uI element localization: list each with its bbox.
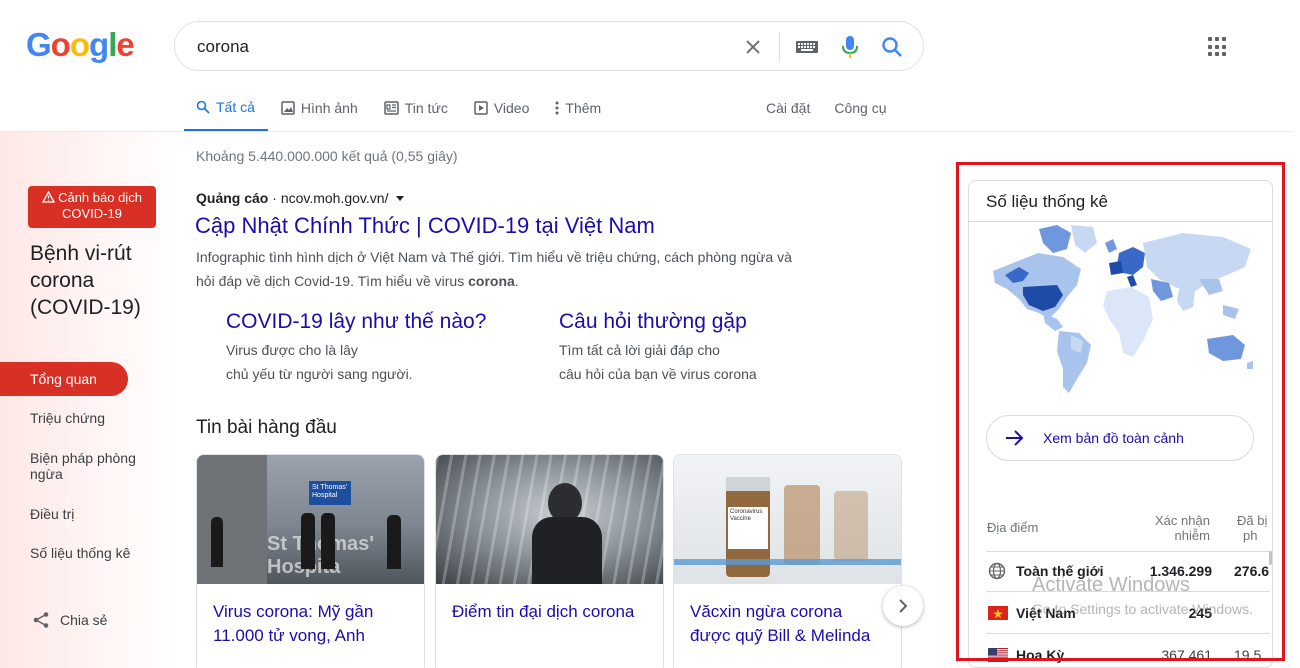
tab-video[interactable]: Video	[461, 92, 543, 124]
tab-video-label: Video	[493, 100, 530, 116]
hospital-sign-text: St Thomas' Hospital	[312, 484, 348, 499]
search-box[interactable]: corona	[174, 21, 924, 71]
tab-news[interactable]: Tin tức	[371, 92, 461, 124]
sitelink-desc-1: Tìm tất cả lời giải đáp cho	[559, 342, 720, 358]
person-body	[532, 517, 602, 584]
more-icon	[555, 101, 559, 115]
ad-description: Infographic tình hình dịch ở Việt Nam và…	[196, 245, 856, 293]
ad-desc-line-2: hỏi đáp về dịch Covid-19. Tìm hiểu về vi…	[196, 269, 856, 293]
vial-label-text: Coronavirus Vaccine	[730, 509, 763, 522]
story-image-hospital: St Thomas' Hospital St Thomas' Hospita	[197, 455, 424, 584]
tab-more[interactable]: Thêm	[542, 92, 614, 124]
settings-link[interactable]: Cài đặt	[766, 100, 810, 116]
vaccine-vial	[784, 485, 820, 565]
tab-all-label: Tất cả	[216, 98, 255, 115]
video-icon	[474, 101, 488, 115]
vial-cap	[726, 477, 770, 491]
story-card-1[interactable]: St Thomas' Hospital St Thomas' Hospita V…	[196, 454, 425, 668]
tab-images-label: Hình ảnh	[300, 100, 358, 116]
sitelink-desc-1: Virus được cho là lây	[226, 342, 358, 358]
share-label: Chia sẻ	[60, 612, 108, 628]
sitelink-title[interactable]: Câu hỏi thường gặp	[559, 310, 859, 334]
tab-images[interactable]: Hình ảnh	[268, 92, 371, 124]
sidebar-item-symptoms[interactable]: Triệu chứng	[30, 410, 160, 426]
share-button[interactable]: Chia sẻ	[32, 611, 107, 629]
covid-alert-badge: Cảnh báo dịch COVID-19	[28, 186, 156, 228]
story-card-3[interactable]: Coronavirus Vaccine Văcxin ngừa corona đ…	[673, 454, 902, 668]
next-stories-button[interactable]	[883, 586, 923, 626]
clear-icon[interactable]	[738, 32, 768, 62]
sidebar-item-statistics[interactable]: Số liệu thống kê	[30, 545, 160, 561]
tab-more-label: Thêm	[565, 100, 602, 116]
vial-label: Coronavirus Vaccine	[728, 507, 768, 549]
chevron-right-icon	[899, 599, 908, 613]
ad-label: Quảng cáo	[196, 190, 269, 206]
sidebar-item-treatment[interactable]: Điều trị	[30, 506, 160, 522]
keyboard-icon[interactable]	[792, 32, 822, 62]
hospital-sign: St Thomas' Hospital	[309, 481, 351, 505]
police-figure	[301, 513, 315, 569]
story-title[interactable]: Văcxin ngừa corona được quỹ Bill & Melin…	[674, 584, 901, 664]
tab-news-label: Tin tức	[404, 100, 448, 116]
sitelink-desc-2: chủ yếu từ người sang người.	[226, 366, 413, 382]
ad-desc-line-1: Infographic tình hình dịch ở Việt Nam và…	[196, 249, 792, 265]
sidebar-item-prevention[interactable]: Biện pháp phòng ngừa	[30, 450, 160, 482]
police-figure	[321, 513, 335, 569]
ad-desc-keyword: corona	[468, 273, 515, 289]
tools-link[interactable]: Công cụ	[834, 100, 886, 116]
page: Google corona Tất cả Hình ảnh Tin tức Vi…	[0, 0, 1300, 668]
top-stories-heading: Tin bài hàng đầu	[196, 417, 337, 438]
search-tools: Cài đặt Công cụ	[766, 100, 887, 116]
story-image-spray	[436, 455, 663, 584]
news-icon	[383, 101, 399, 115]
story-title[interactable]: Điểm tin đại dịch corona	[436, 584, 663, 640]
alert-text: Cảnh báo dịch COVID-19	[58, 190, 142, 221]
dropdown-arrow-icon[interactable]	[395, 195, 405, 203]
sidebar-item-overview[interactable]: Tổng quan	[0, 362, 128, 396]
search-divider	[779, 32, 780, 62]
story-title[interactable]: Virus corona: Mỹ gần 11.000 tử vong, Anh	[197, 584, 424, 664]
ad-desc-end: .	[514, 273, 519, 289]
story-image-vaccine: Coronavirus Vaccine	[674, 455, 901, 584]
search-icon	[196, 100, 210, 114]
sitelink-faq: Câu hỏi thường gặp Tìm tất cả lời giải đ…	[559, 310, 859, 386]
search-icon[interactable]	[877, 32, 907, 62]
share-icon	[33, 612, 49, 628]
result-stats: Khoảng 5.440.000.000 kết quả (0,55 giây)	[196, 148, 458, 164]
ad-url[interactable]: ncov.moh.gov.vn/	[281, 190, 389, 206]
ad-title-link[interactable]: Cập Nhật Chính Thức | COVID-19 tại Việt …	[195, 213, 655, 239]
disease-title: Bệnh vi-rút corona (COVID-19)	[30, 242, 141, 319]
sitelink-title[interactable]: COVID-19 lây như thế nào?	[226, 310, 526, 334]
tab-all[interactable]: Tất cả	[184, 92, 268, 132]
syringe	[674, 559, 901, 565]
sitelink-transmission: COVID-19 lây như thế nào? Virus được cho…	[226, 310, 526, 386]
ad-desc-text: hỏi đáp về dịch Covid-19. Tìm hiểu về vi…	[196, 273, 469, 289]
google-logo[interactable]: Google	[26, 26, 135, 64]
tabs-divider	[0, 131, 1292, 132]
microphone-icon[interactable]	[835, 32, 865, 62]
apps-grid-icon[interactable]	[1208, 37, 1228, 57]
ad-header: Quảng cáo · ncov.moh.gov.vn/	[196, 190, 405, 206]
story-card-2[interactable]: Điểm tin đại dịch corona	[435, 454, 664, 668]
building-shape	[197, 455, 267, 584]
search-input[interactable]: corona	[197, 37, 249, 57]
sitelink-desc-2: câu hỏi của bạn về virus corona	[559, 366, 757, 382]
search-tabs: Tất cả Hình ảnh Tin tức Video Thêm	[184, 92, 614, 132]
activate-windows-title: Activate Windows	[1032, 574, 1190, 596]
image-icon	[281, 101, 295, 115]
warning-icon	[41, 190, 56, 203]
police-figure	[387, 515, 401, 569]
vaccine-vial	[834, 491, 868, 561]
police-figure	[211, 517, 223, 567]
activate-windows-subtitle: Go to Settings to activate Windows.	[1032, 601, 1253, 617]
